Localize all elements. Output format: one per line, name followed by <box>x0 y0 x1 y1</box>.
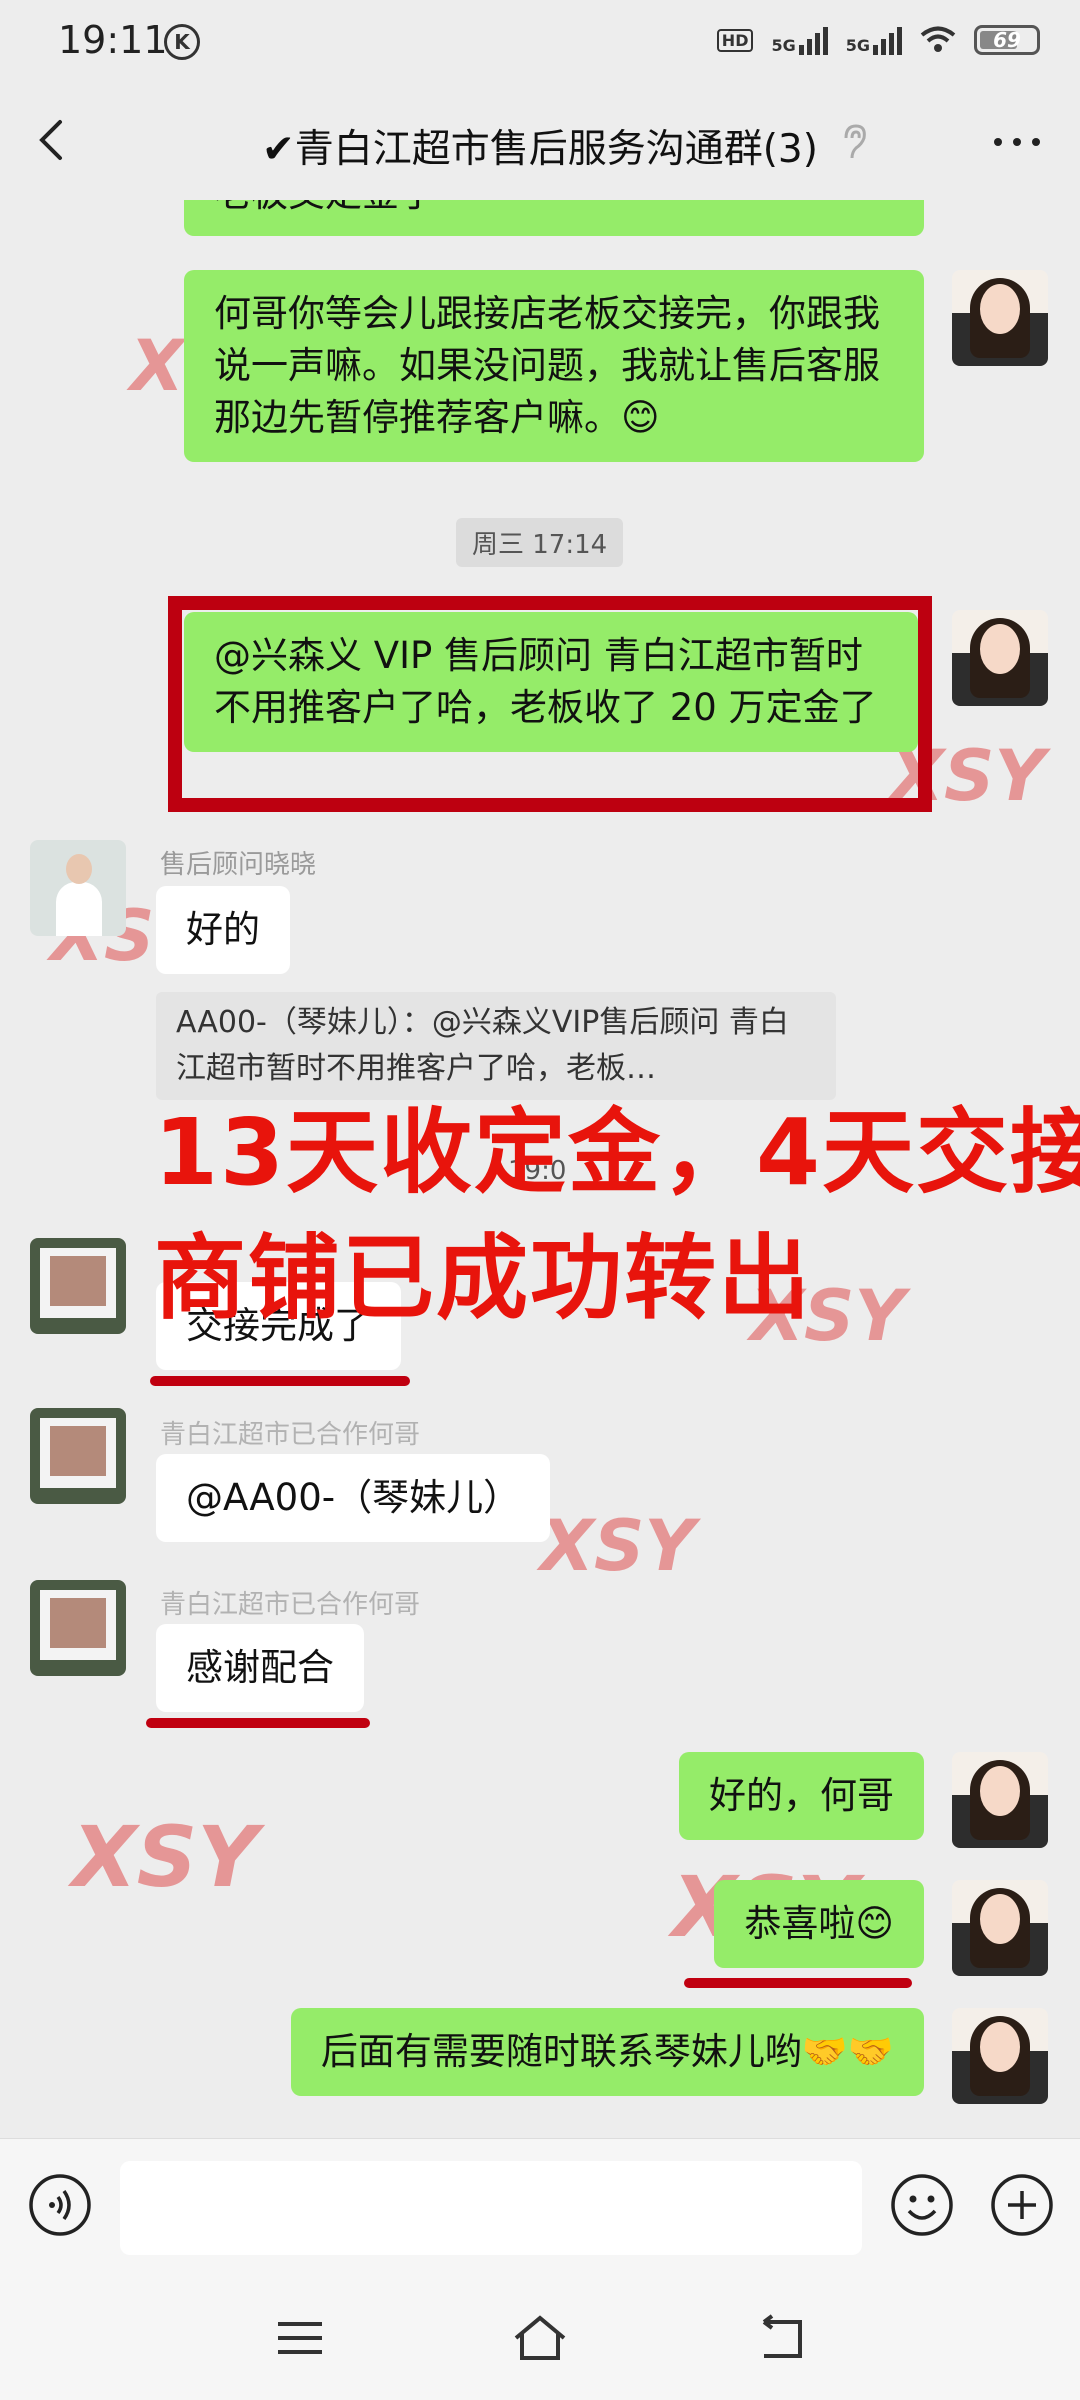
message-bubble[interactable]: 好的 <box>156 886 290 974</box>
avatar[interactable] <box>30 840 126 936</box>
hd-icon: HD <box>716 28 754 52</box>
watermark-logo: XSY <box>536 1505 701 1587</box>
menu-nav-icon[interactable] <box>270 2308 330 2368</box>
signal-5g-1-icon: 5G <box>771 25 828 55</box>
signal-5g-1-label: 5G <box>771 36 796 55</box>
message-bubble[interactable]: 恭喜啦😊 <box>714 1880 924 1968</box>
signal-bars-1-icon <box>798 25 828 55</box>
promo-overlay-line2: 商铺已成功转出 <box>154 1225 813 1332</box>
wifi-icon <box>920 26 956 52</box>
avatar[interactable] <box>30 1238 126 1334</box>
avatar[interactable] <box>952 610 1048 706</box>
promo-overlay-line1: 13天收定金，4天交接 <box>154 1099 1080 1206</box>
avatar[interactable] <box>30 1408 126 1504</box>
back-nav-icon[interactable] <box>750 2308 810 2368</box>
sender-name: 青白江超市已合作何哥 <box>160 1420 421 1450</box>
svg-text:XSY: XSY <box>536 1505 701 1587</box>
message-bubble[interactable]: 何哥你等会儿跟接店老板交接完，你跟我说一声嘛。如果没问题，我就让售后客服那边先暂… <box>184 270 924 462</box>
message-bubble[interactable]: @兴森义 VIP 售后顾问 青白江超市暂时不用推客户了哈，老板收了 20 万定金… <box>184 612 918 752</box>
avatar[interactable] <box>30 1580 126 1676</box>
avatar[interactable] <box>952 1880 1048 1976</box>
input-bar <box>0 2138 1080 2279</box>
signal-5g-2-label: 5G <box>845 36 870 55</box>
message-bubble[interactable]: @AA00-（琴妹儿） <box>156 1454 551 1542</box>
message-bubble[interactable]: 好的，何哥 <box>679 1752 924 1840</box>
group-title: ✔青白江超市售后服务沟通群(3) <box>262 127 818 172</box>
message-bubble[interactable]: 老板交定金了 <box>184 200 924 236</box>
signal-bars-2-icon <box>873 25 902 55</box>
watermark-logo: XSY <box>67 1808 265 1906</box>
mute-ear-icon <box>844 124 866 159</box>
emoji-icon[interactable] <box>890 2173 954 2237</box>
highlight-underline <box>146 1718 370 1728</box>
status-time: 19:11 <box>58 18 168 62</box>
battery-icon: 69 <box>974 25 1040 55</box>
sender-name: 售后顾问晓晓 <box>160 850 317 880</box>
highlight-underline <box>150 1376 410 1386</box>
chat-area[interactable]: XSY XSY XSY XSY XSY XSY XSY 老板交定金了 何哥你等会… <box>0 200 1080 2138</box>
svg-text:XSY: XSY <box>67 1808 265 1906</box>
voice-input-icon[interactable] <box>28 2173 92 2237</box>
signal-5g-2-icon: 5G <box>846 25 902 55</box>
more-options-icon[interactable] <box>992 132 1042 152</box>
battery-percent: 69 <box>993 28 1021 52</box>
message-bubble[interactable]: 感谢配合 <box>156 1624 364 1712</box>
status-bar: 19:11 K HD 5G 5G 69 <box>0 0 1080 80</box>
home-nav-icon[interactable] <box>510 2308 570 2368</box>
avatar[interactable] <box>952 270 1048 366</box>
highlight-underline <box>684 1978 912 1988</box>
system-nav-bar <box>0 2278 1080 2400</box>
timestamp: 周三 17:14 <box>456 518 624 567</box>
status-indicators: HD 5G 5G 69 <box>716 20 1040 60</box>
avatar[interactable] <box>952 1752 1048 1848</box>
k-badge-icon: K <box>164 24 200 60</box>
plus-icon[interactable] <box>990 2173 1054 2237</box>
sender-name: 青白江超市已合作何哥 <box>160 1590 421 1620</box>
chat-header: ✔青白江超市售后服务沟通群(3) <box>0 80 1080 200</box>
message-bubble[interactable]: 后面有需要随时联系琴妹儿哟🤝🤝 <box>290 2008 924 2096</box>
message-input[interactable] <box>120 2161 862 2255</box>
avatar[interactable] <box>952 2008 1048 2104</box>
